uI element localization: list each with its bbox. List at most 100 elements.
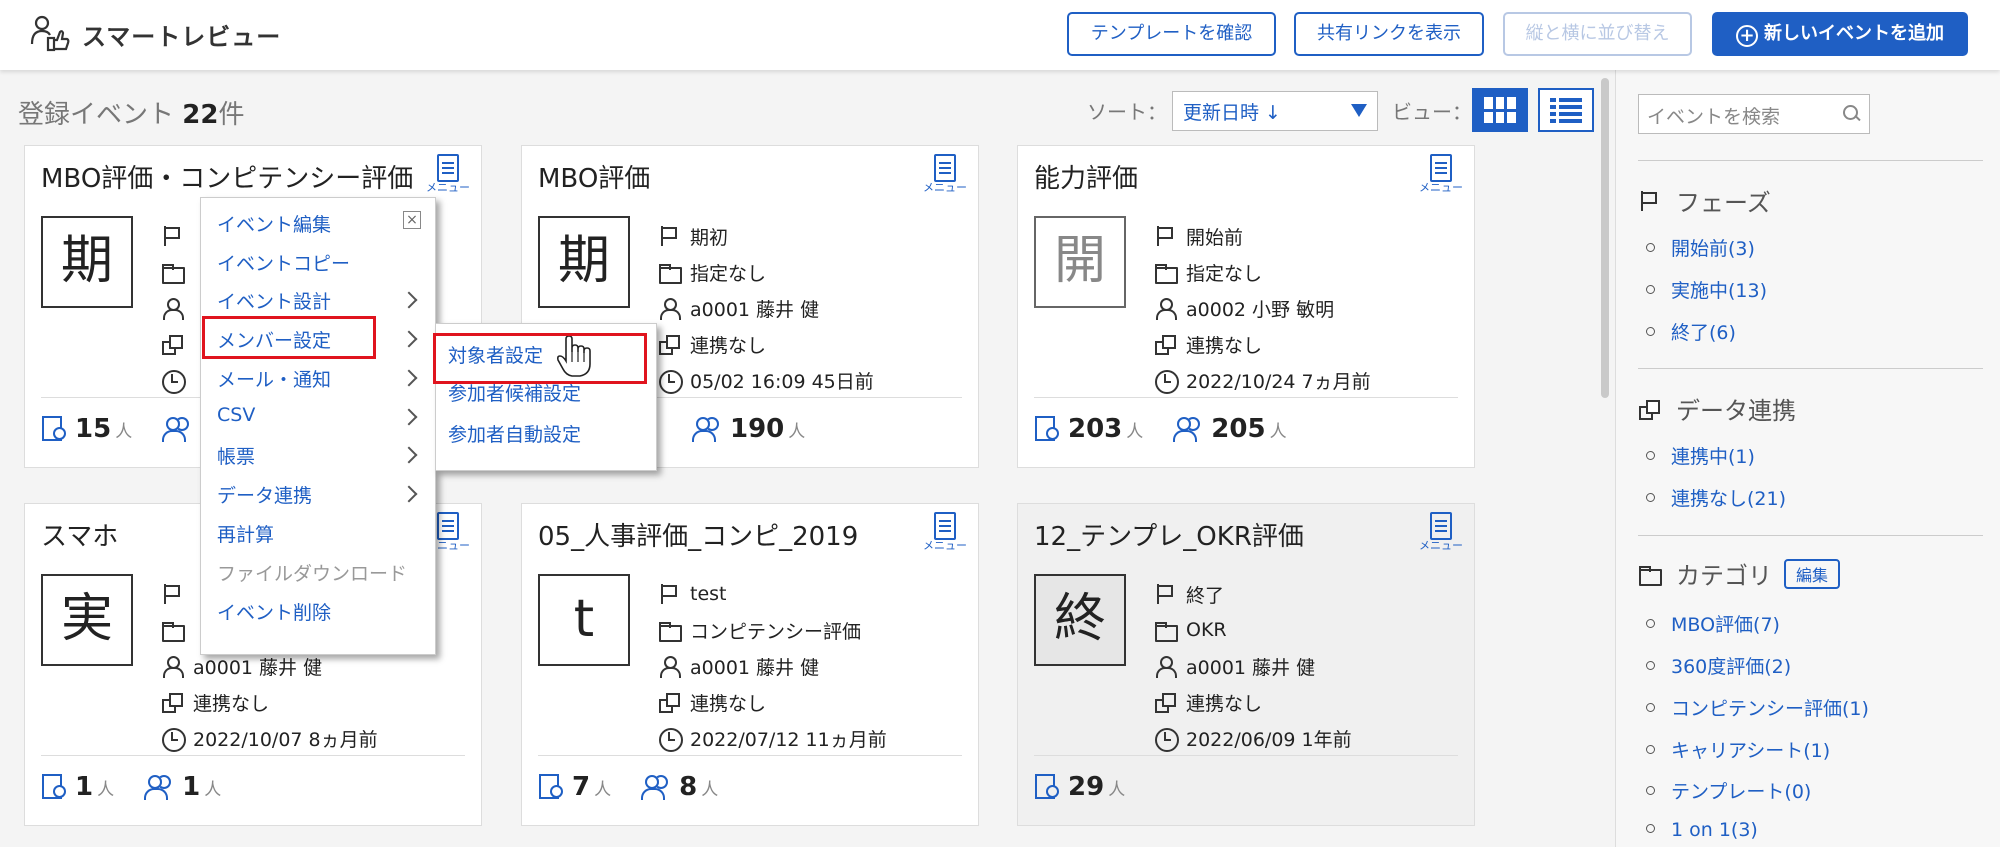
clock-icon [161,727,186,752]
chevron-right-icon [400,291,418,309]
search-icon[interactable] [1843,105,1861,123]
stat-unit: 人 [1126,421,1144,442]
highlight-box [433,333,647,384]
integration-icon [658,691,680,713]
card-stats: 203 人 205 人 [1034,414,1317,444]
menu-item-mail-notification[interactable]: メール・通知 [217,365,331,392]
close-icon[interactable]: × [403,211,421,229]
participant-count: 8 [679,772,698,802]
chevron-right-icon [400,330,418,348]
list-view-icon [1550,98,1582,123]
event-title: MBO評価 [538,164,651,194]
integration-title-text: データ連携 [1676,397,1796,425]
integration-icon [161,691,183,713]
dropdown-arrow-icon [1351,104,1367,117]
person-icon [1154,655,1177,678]
filter-category-template[interactable]: テンプレート(0) [1646,777,1811,804]
filter-phase-finished[interactable]: 終了(6) [1646,318,1736,345]
event-updated: 2022/10/24 7ヵ月前 [1186,370,1371,393]
menu-item-data-integration[interactable]: データ連携 [217,481,312,508]
card-divider [538,755,962,756]
stat-unit: 人 [701,779,719,800]
target-count: 203 [1068,414,1123,444]
event-category: コンピテンシー評価 [690,620,862,643]
participant-count: 1 [182,772,201,802]
menu-document-icon [437,512,459,540]
card-menu-button[interactable]: メニュー [920,154,970,198]
target-count: 1 [75,772,94,802]
filter-category-1on1[interactable]: 1 on 1(3) [1646,819,1758,841]
event-integration: 連携なし [690,334,767,357]
scrollbar-thumb[interactable] [1601,78,1609,398]
event-owner: a0002 小野 敏明 [1186,298,1335,321]
list-view-button[interactable] [1538,88,1594,132]
target-count: 15 [75,414,112,444]
card-divider [41,755,465,756]
flag-icon [161,583,183,605]
menu-item-event-design[interactable]: イベント設計 [217,287,331,314]
card-stats: 15 人 [41,414,222,444]
menu-item-delete-event[interactable]: イベント削除 [217,598,331,625]
event-title: 能力評価 [1034,164,1139,194]
event-count-prefix: 登録イベント [18,100,175,130]
view-template-button[interactable]: テンプレートを確認 [1067,12,1276,56]
event-updated: 2022/06/09 1年前 [1186,728,1352,751]
participants-icon [1173,416,1203,442]
show-share-link-button[interactable]: 共有リンクを表示 [1294,12,1484,56]
person-icon [161,655,184,678]
menu-caption: メニュー [1419,539,1463,552]
event-card[interactable]: 05_人事評価_コンピ_2019 メニュー t test コンピテンシー評価 a… [521,503,979,826]
logo-icon [30,15,70,52]
event-owner: a0001 藤井 健 [193,656,323,679]
filter-phase-in-progress[interactable]: 実施中(13) [1646,276,1767,303]
card-menu-button[interactable]: メニュー [1416,512,1466,556]
event-category: 指定なし [1186,262,1263,285]
menu-caption: メニュー [923,539,967,552]
event-card[interactable]: 12_テンプレ_OKR評価 メニュー 終 終了 OKR a0001 藤井 健 連… [1017,503,1475,826]
filter-phase-before-start[interactable]: 開始前(3) [1646,234,1755,261]
event-card[interactable]: 能力評価 メニュー 開 開始前 指定なし a0002 小野 敏明 連携なし 20… [1017,145,1475,468]
participant-count: 205 [1211,414,1266,444]
card-menu-button[interactable]: メニュー [920,512,970,556]
clock-icon [1154,369,1179,394]
sort-select[interactable]: 更新日時 ↓ [1172,91,1378,131]
event-count: 登録イベント 22件 [18,94,244,131]
filter-category-360[interactable]: 360度評価(2) [1646,652,1791,679]
person-icon [658,655,681,678]
menu-document-icon [1430,512,1452,540]
filter-integration-active[interactable]: 連携中(1) [1646,442,1755,469]
filter-integration-none[interactable]: 連携なし(21) [1646,484,1786,511]
flag-icon [1154,225,1176,247]
submenu-item-auto-settings[interactable]: 参加者自動設定 [448,420,581,447]
filter-category-competency[interactable]: コンピテンシー評価(1) [1646,694,1869,721]
category-edit-button[interactable]: 編集 [1784,558,1841,589]
grid-view-icon [1484,97,1516,123]
event-updated: 05/02 16:09 45日前 [690,370,874,393]
filter-category-mbo[interactable]: MBO評価(7) [1646,610,1780,637]
sort-select-value: 更新日時 ↓ [1183,102,1281,124]
add-event-button[interactable]: + 新しいイベントを追加 [1712,12,1968,56]
plus-circle-icon: + [1736,25,1758,47]
menu-item-forms[interactable]: 帳票 [217,442,255,469]
target-count: 7 [572,772,591,802]
reorder-button[interactable]: 縦と横に並び替え [1503,12,1692,56]
menu-item-edit-event[interactable]: イベント編集 [217,210,331,237]
card-menu-button[interactable]: メニュー [423,154,473,198]
card-menu-button[interactable]: メニュー [1416,154,1466,198]
event-integration: 連携なし [690,692,767,715]
highlight-box [202,316,376,359]
grid-view-button[interactable] [1472,88,1528,132]
menu-item-csv[interactable]: CSV [217,404,255,426]
phase-badge: 実 [41,574,133,666]
person-icon [1154,297,1177,320]
menu-item-copy-event[interactable]: イベントコピー [217,249,350,276]
event-search-input[interactable]: イベントを検索 [1638,94,1870,134]
filter-category-career-sheet[interactable]: キャリアシート(1) [1646,736,1830,763]
menu-item-recalculate[interactable]: 再計算 [217,520,274,547]
chevron-right-icon [400,446,418,464]
card-stats: 29 人 [1034,772,1155,802]
folder-icon [1638,563,1662,586]
clock-icon [161,369,186,394]
flag-icon [161,225,183,247]
event-updated: 2022/07/12 11ヵ月前 [690,728,887,751]
